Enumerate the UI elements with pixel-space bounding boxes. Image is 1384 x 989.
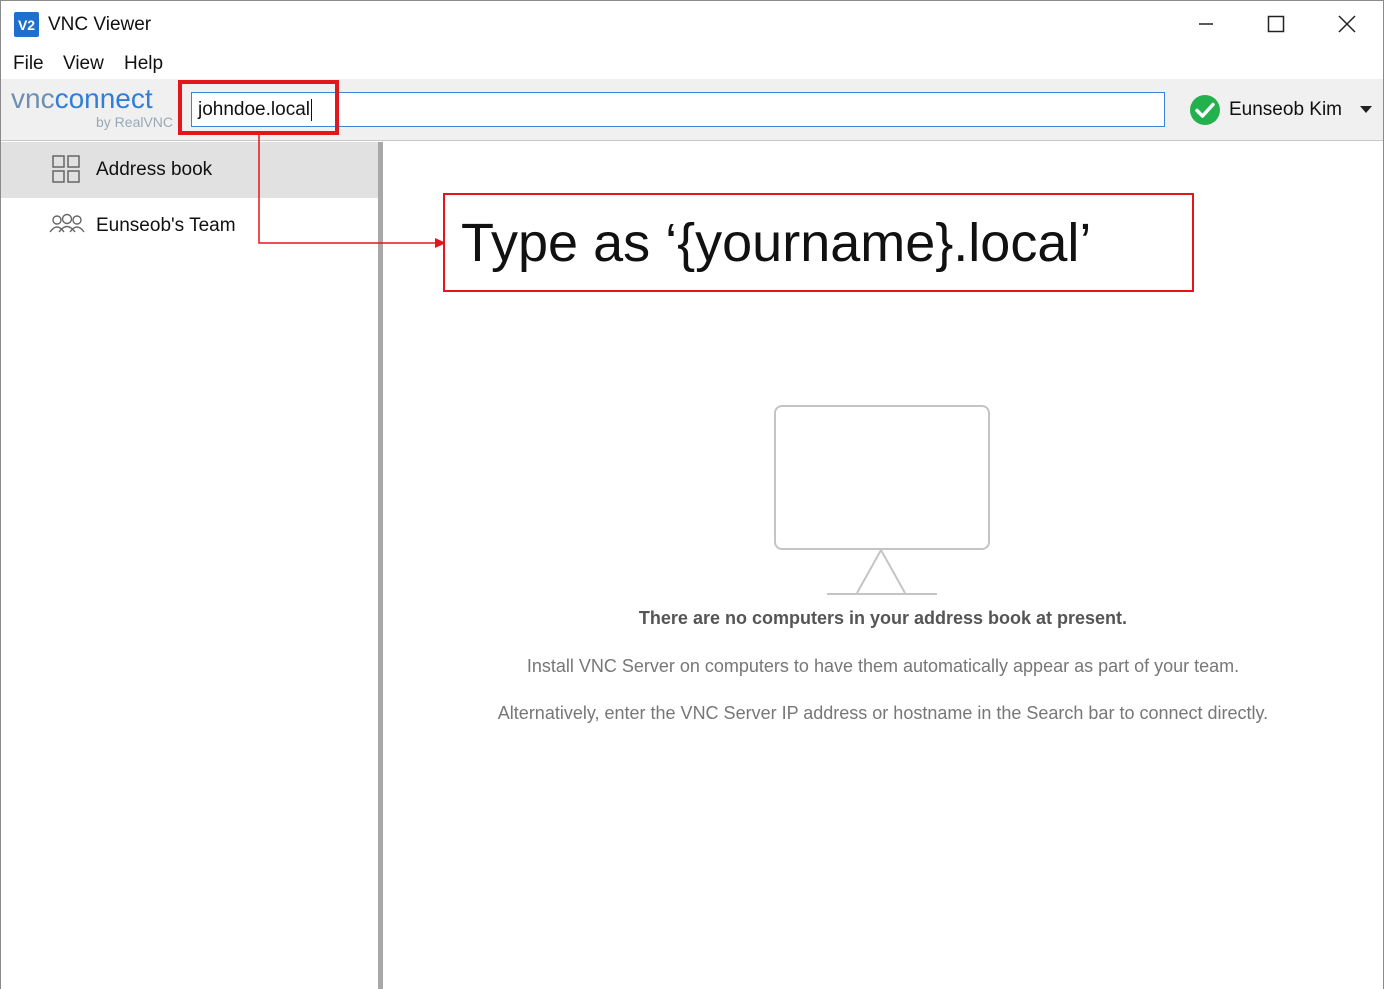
logo-subtitle: by RealVNC: [96, 114, 174, 130]
team-icon: [49, 213, 85, 233]
maximize-icon: [1267, 15, 1285, 33]
monitor-icon: [774, 405, 990, 595]
user-name: Eunseob Kim: [1229, 99, 1343, 120]
menu-help[interactable]: Help: [124, 53, 163, 75]
check-circle-icon: [1190, 95, 1220, 125]
vnc-viewer-window: V2 VNC Viewer File View Help vncconnect …: [0, 0, 1384, 989]
user-account-menu[interactable]: Eunseob Kim: [1189, 94, 1373, 126]
window-title: VNC Viewer: [48, 14, 152, 35]
logo-vnc-text: vnc: [11, 83, 55, 114]
sidebar-item-label: Address book: [96, 159, 213, 180]
empty-state-title: There are no computers in your address b…: [638, 608, 1128, 628]
instruction-text: Type as ‘{yourname}.local’: [461, 212, 1092, 273]
empty-state-line-1: Install VNC Server on computers to have …: [526, 656, 1240, 676]
search-highlight-box: [178, 80, 339, 135]
minimize-icon: [1199, 23, 1213, 25]
close-button[interactable]: [1312, 1, 1382, 47]
grid-icon: [52, 155, 80, 183]
close-icon: [1338, 15, 1356, 33]
empty-state-line-2: Alternatively, enter the VNC Server IP a…: [497, 703, 1269, 723]
sidebar-item-team[interactable]: Eunseob's Team: [1, 198, 378, 254]
title-bar: V2 VNC Viewer: [1, 1, 1383, 47]
menu-bar: File View Help: [1, 47, 1383, 79]
vnc-connect-logo: vncconnect: [11, 83, 153, 115]
sidebar-item-label: Eunseob's Team: [96, 215, 236, 236]
vnc-app-icon: V2: [14, 12, 39, 37]
minimize-button[interactable]: [1171, 1, 1241, 47]
menu-file[interactable]: File: [13, 53, 44, 75]
sidebar-item-address-book[interactable]: Address book: [1, 142, 378, 198]
maximize-button[interactable]: [1241, 1, 1311, 47]
menu-view[interactable]: View: [63, 53, 104, 75]
logo-connect-text: connect: [54, 83, 153, 114]
sidebar: Address book Eunseob's Team: [1, 142, 378, 989]
instruction-callout: Type as ‘{yourname}.local’: [443, 193, 1194, 292]
chevron-down-icon: [1360, 106, 1373, 113]
